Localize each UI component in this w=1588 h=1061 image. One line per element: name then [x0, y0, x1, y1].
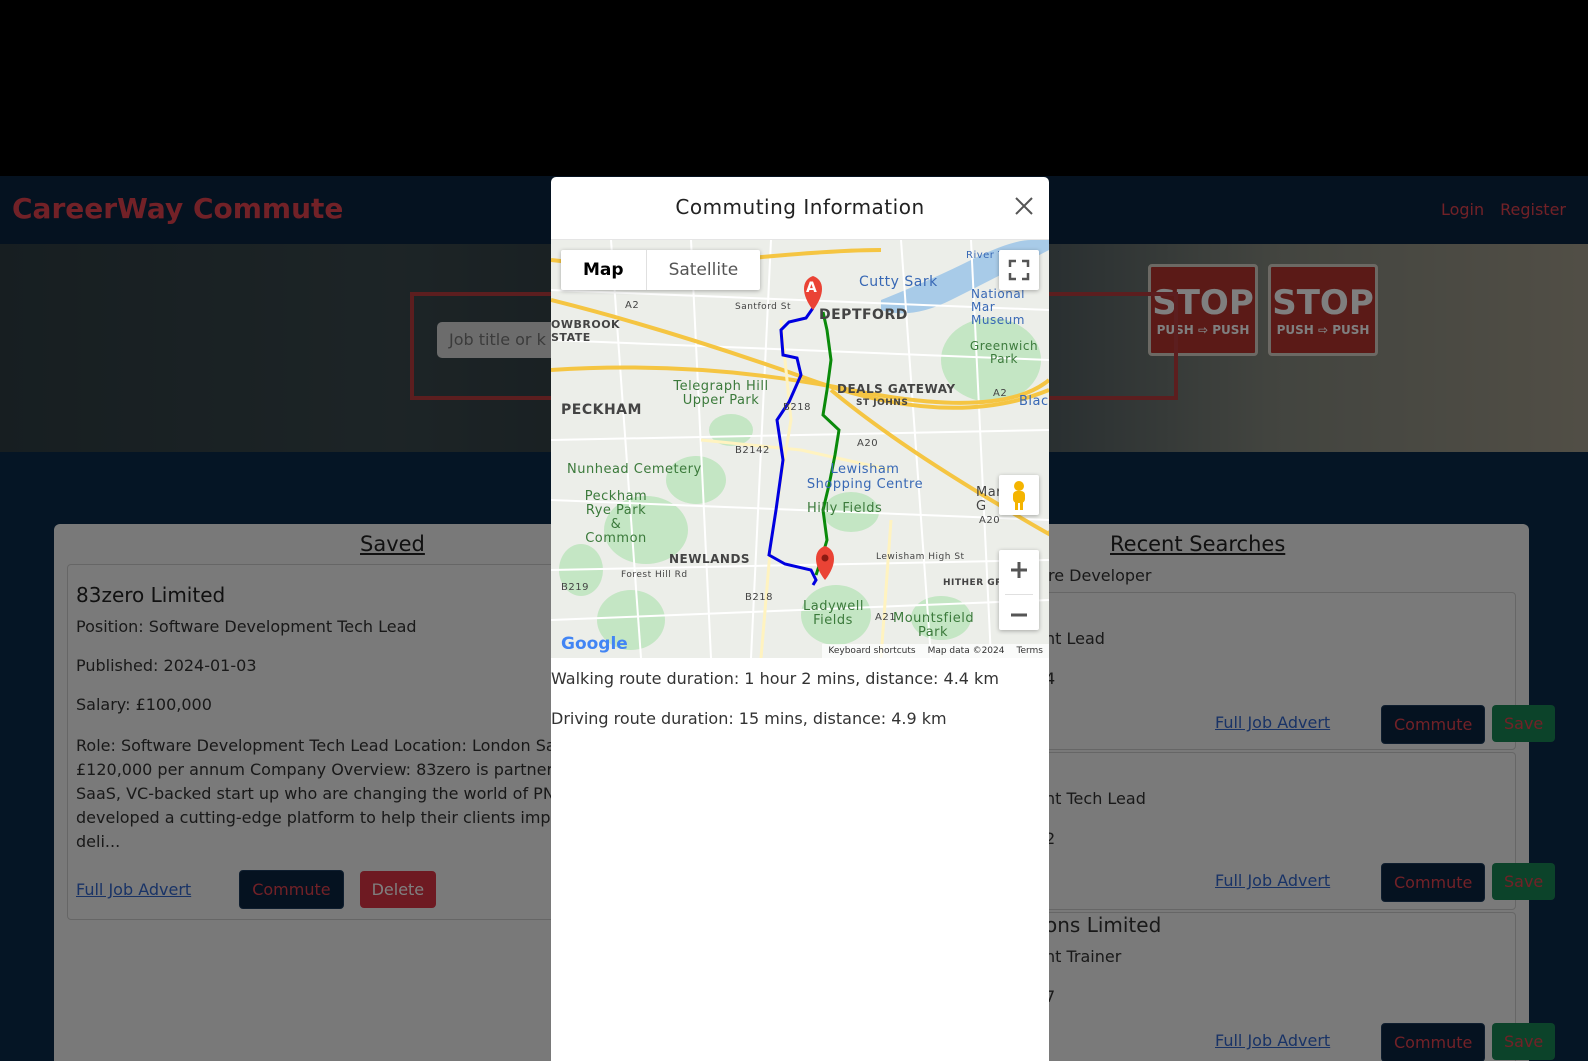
map-label: DEALS GATEWAY — [837, 382, 956, 396]
map-label: A2 — [625, 300, 640, 311]
map-label: B218 — [745, 592, 773, 603]
fullscreen-icon — [1008, 259, 1030, 281]
map-label: Lewisham High St — [876, 552, 965, 562]
map-tab[interactable]: Map — [561, 250, 647, 290]
pegman-icon — [1013, 481, 1025, 510]
close-icon[interactable] — [1011, 193, 1037, 219]
map-label: Greenwich Park — [969, 339, 1039, 366]
map-label: Nunhead Cemetery — [567, 462, 702, 477]
zoom-out-icon[interactable] — [999, 595, 1039, 634]
google-logo: Google — [561, 634, 628, 654]
modal-header: Commuting Information — [551, 177, 1049, 240]
terms-link[interactable]: Terms — [1016, 646, 1043, 656]
street-view-button[interactable] — [999, 475, 1039, 515]
zoom-in-icon[interactable] — [999, 550, 1039, 590]
map-label: Black — [1019, 394, 1049, 409]
fullscreen-button[interactable] — [999, 250, 1039, 290]
map-label: Peckham Rye Park & Common — [584, 489, 648, 546]
map-label: Mountsfield Park — [893, 611, 975, 640]
map-label: A2 — [993, 388, 1008, 399]
map-label: B2142 — [735, 445, 770, 456]
satellite-tab[interactable]: Satellite — [647, 250, 761, 290]
map-type-toggle: Map Satellite — [561, 250, 761, 290]
map-label: Hilly Fields — [807, 501, 883, 516]
driving-route-info: Driving route duration: 15 mins, distanc… — [551, 709, 947, 728]
map-label: DEPTFORD — [819, 307, 908, 323]
map-label: A21 — [875, 612, 897, 623]
map-label: Cutty Sark — [859, 274, 938, 290]
modal-title: Commuting Information — [675, 195, 925, 219]
map-label: B219 — [561, 582, 589, 593]
map-data-attribution: Map data ©2024 — [927, 646, 1005, 656]
map-label: B218 — [783, 402, 811, 413]
map-footer: Keyboard shortcuts Map data ©2024 Terms — [822, 644, 1049, 658]
map-label: Santford St — [735, 302, 791, 312]
keyboard-shortcuts-link[interactable]: Keyboard shortcuts — [828, 646, 915, 656]
map-label: Ladywell Fields — [803, 599, 865, 628]
map-label: Telegraph Hill Upper Park — [673, 379, 769, 408]
map-label: A20 — [979, 515, 1001, 526]
walking-route-info: Walking route duration: 1 hour 2 mins, d… — [551, 669, 999, 688]
map-label: National Mar Museum — [971, 287, 1026, 327]
commute-modal: Commuting Information A DEPTFORD Cutty S… — [551, 177, 1049, 1061]
map-label: ST JOHNS — [856, 398, 909, 408]
map-label: A20 — [857, 438, 879, 449]
map-label: Lewisham Shopping Centre — [806, 462, 924, 492]
map-label: NEWLANDS — [669, 552, 751, 566]
map-label: Forest Hill Rd — [621, 570, 688, 580]
start-marker-label: A — [806, 280, 817, 296]
map-label: PECKHAM — [561, 402, 642, 418]
zoom-controls — [999, 550, 1039, 630]
map-label: OWBROOK STATE — [551, 318, 621, 344]
route-map[interactable]: A DEPTFORD Cutty Sark National Mar Museu… — [551, 240, 1049, 658]
